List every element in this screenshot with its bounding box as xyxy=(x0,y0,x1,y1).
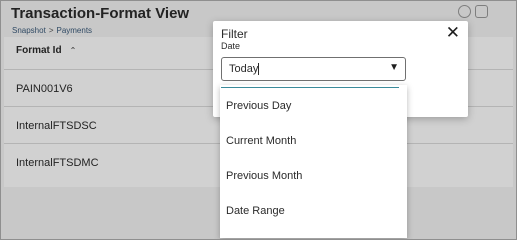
chevron-down-icon[interactable]: ▼ xyxy=(389,62,399,73)
close-icon[interactable]: ✕ xyxy=(446,24,460,41)
option-previous-month[interactable]: Previous Month xyxy=(220,159,407,194)
option-previous-day[interactable]: Previous Day xyxy=(220,89,407,124)
dropdown-accent-line xyxy=(221,87,399,88)
date-label: Date xyxy=(221,41,241,51)
filter-title: Filter xyxy=(221,27,248,41)
option-date-range[interactable]: Date Range xyxy=(220,194,407,229)
option-current-month[interactable]: Current Month xyxy=(220,124,407,159)
option-label: Date Range xyxy=(226,205,285,217)
date-select-value: Today xyxy=(229,63,259,75)
option-label: Current Month xyxy=(226,135,297,147)
date-select[interactable]: Today ▼ xyxy=(221,57,406,81)
date-options-menu: Previous Day Current Month Previous Mont… xyxy=(220,85,407,238)
app-window: Transaction-Format View Snapshot > Payment… xyxy=(0,0,517,240)
option-label: Previous Month xyxy=(226,170,303,182)
text-cursor xyxy=(258,63,259,75)
option-label: Previous Day xyxy=(226,100,292,112)
